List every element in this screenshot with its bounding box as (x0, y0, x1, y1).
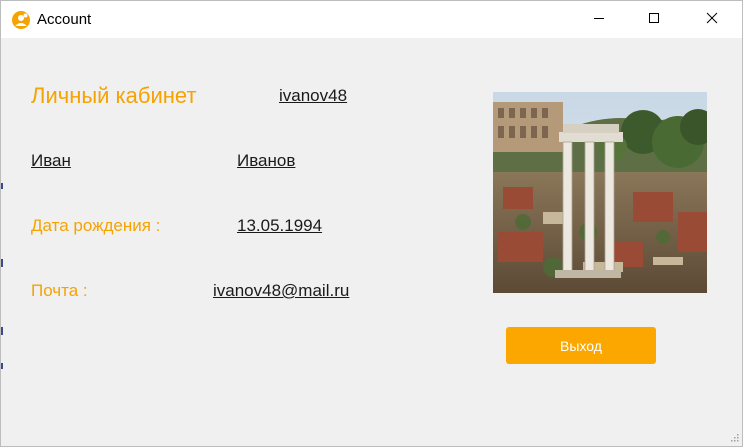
account-window: Account Личный кабинет ivanov48 Иван Ива… (0, 0, 743, 447)
profile-photo (493, 92, 707, 293)
birth-date-value: 13.05.1994 (237, 216, 323, 235)
birth-date-caption: Дата рождения : (31, 216, 161, 235)
user-app-icon (12, 11, 30, 29)
first-name-label: Иван (31, 151, 71, 170)
close-button[interactable] (689, 1, 735, 38)
close-icon (706, 11, 718, 29)
login-label: ivanov48 (279, 86, 348, 105)
maximize-icon (648, 11, 660, 29)
exit-button[interactable]: Выход (506, 327, 656, 364)
window-title: Account (37, 11, 92, 28)
page-title: Личный кабинет (31, 83, 197, 108)
email-value: ivanov48@mail.ru (213, 281, 350, 300)
minimize-icon (593, 11, 605, 29)
resize-grip[interactable] (727, 431, 739, 443)
minimize-button[interactable] (576, 1, 622, 38)
left-edge-marks (1, 1, 4, 446)
maximize-button[interactable] (631, 1, 677, 38)
title-bar[interactable]: Account (1, 1, 742, 38)
last-name-label: Иванов (237, 151, 296, 170)
email-caption: Почта : (31, 281, 88, 300)
